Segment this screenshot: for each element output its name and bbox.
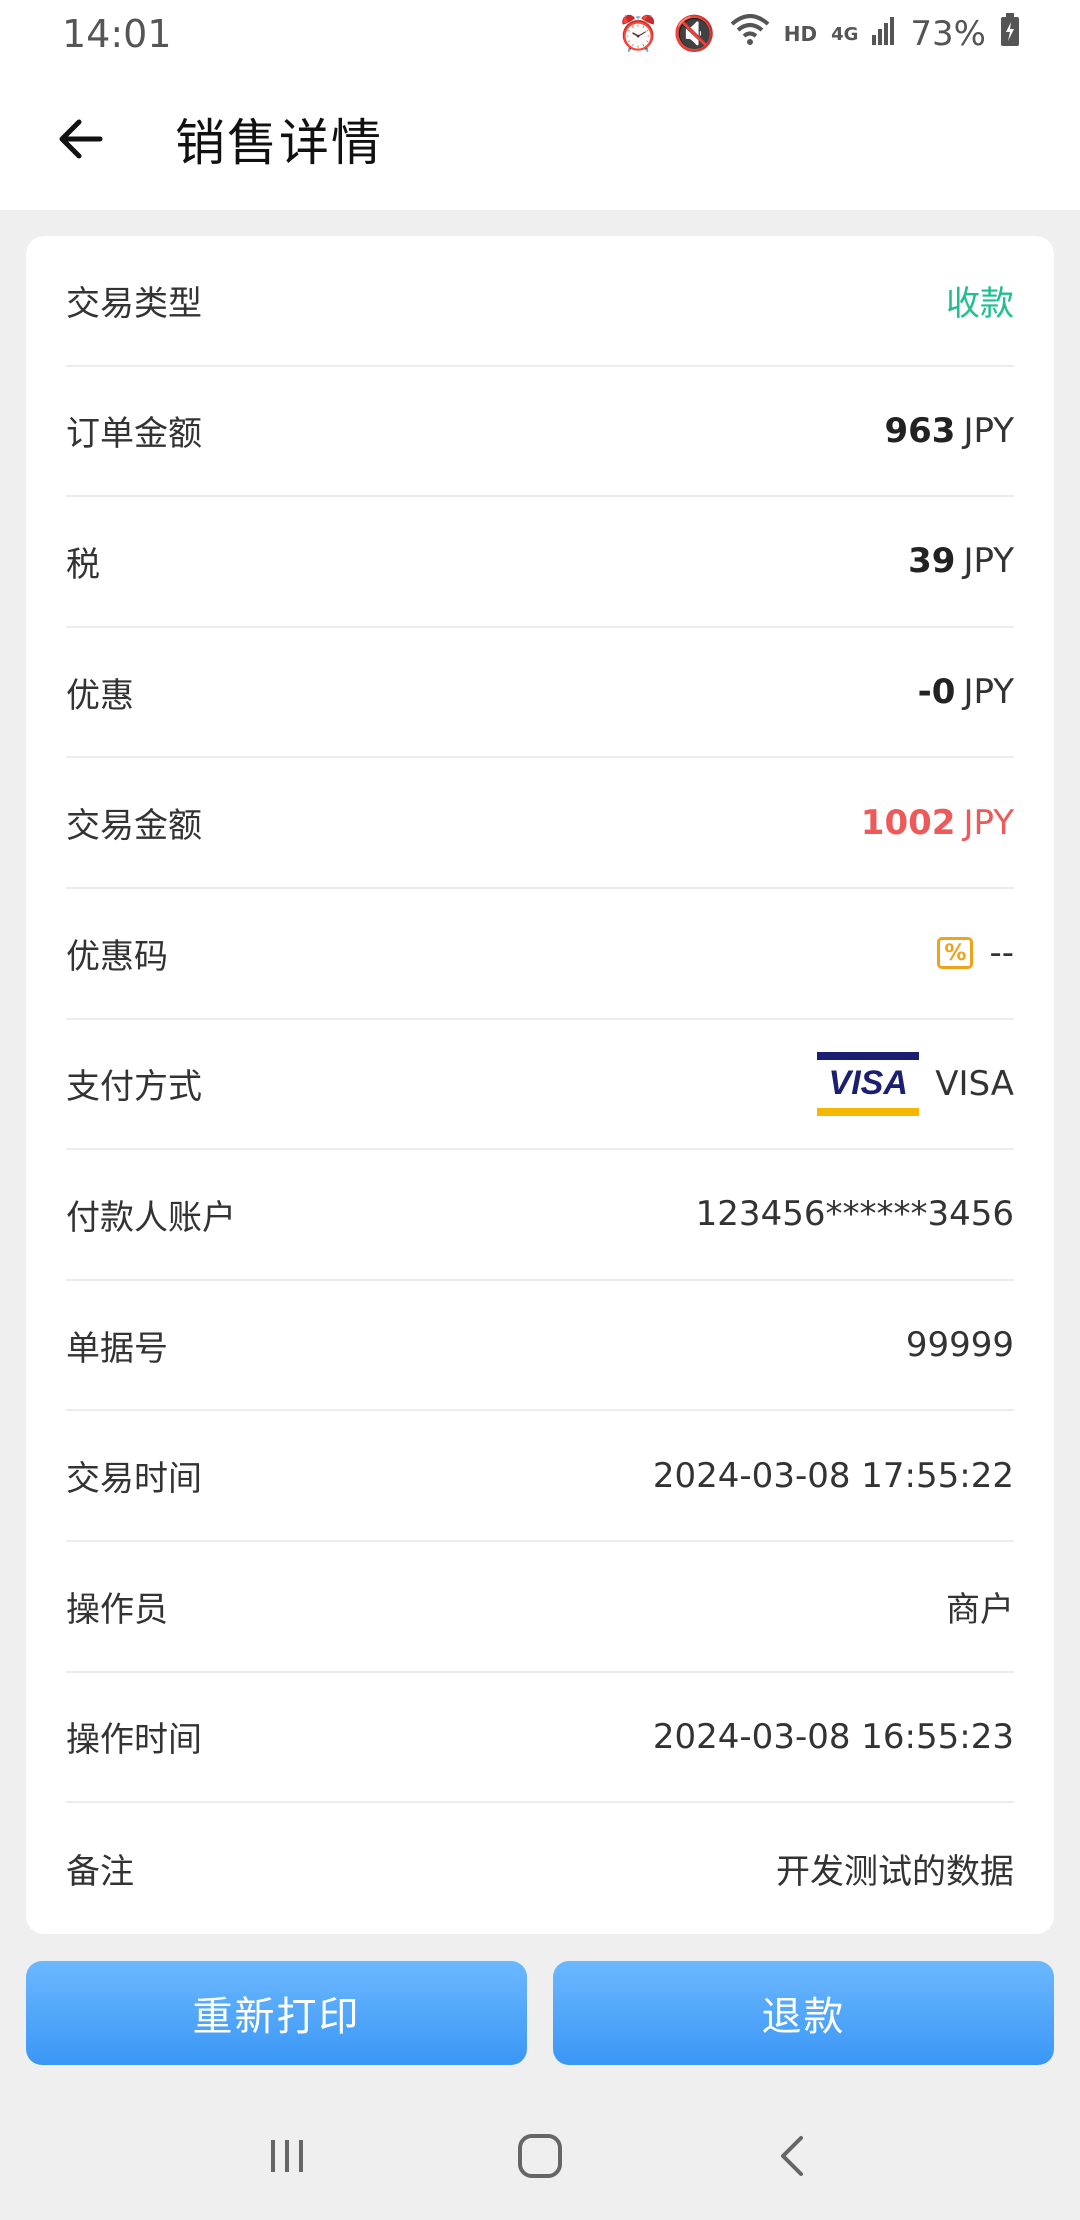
payment-method-text: VISA	[935, 1063, 1014, 1104]
transaction-amount-number: 1002	[860, 802, 956, 843]
detail-row-tax: 税 39 JPY	[66, 497, 1014, 628]
signal-label: 4G	[831, 23, 859, 45]
detail-row-transaction-time: 交易时间 2024-03-08 17:55:22	[66, 1411, 1014, 1542]
row-label: 优惠	[66, 675, 134, 716]
refund-button[interactable]: 退款	[553, 1961, 1054, 2065]
mute-icon: 🔇	[673, 14, 716, 54]
detail-row-remarks: 备注 开发测试的数据	[66, 1803, 1014, 1934]
chevron-left-icon	[781, 2136, 804, 2176]
visa-logo-icon: VISA	[817, 1051, 920, 1116]
coupon-icon: %	[937, 937, 974, 970]
back-button[interactable]	[25, 84, 135, 194]
system-nav-bar	[0, 2092, 1080, 2220]
page-title: 销售详情	[175, 114, 383, 172]
transaction-time-value: 2024-03-08 17:55:22	[652, 1455, 1014, 1496]
sale-details-card: 交易类型 收款 订单金额 963 JPY 税 39 JPY 优惠 -0 JPY …	[26, 236, 1054, 1934]
remarks-value: 开发测试的数据	[776, 1851, 1014, 1892]
hd-label: HD	[783, 22, 818, 46]
tax-value: 39 JPY	[908, 541, 1014, 581]
detail-row-operation-time: 操作时间 2024-03-08 16:55:23	[66, 1673, 1014, 1804]
row-label: 优惠码	[66, 936, 168, 977]
detail-row-transaction-amount: 交易金额 1002 JPY	[66, 758, 1014, 889]
arrow-left-icon	[59, 119, 103, 159]
row-label: 交易金额	[66, 806, 202, 847]
alarm-icon: ⏰	[617, 14, 660, 54]
row-label: 操作时间	[66, 1720, 202, 1761]
detail-row-order-amount: 订单金额 963 JPY	[66, 367, 1014, 498]
receipt-number-value: 99999	[905, 1325, 1014, 1366]
nav-back-button[interactable]	[753, 2116, 833, 2196]
coupon-code-value: % --	[937, 933, 1014, 973]
row-label: 交易时间	[66, 1459, 202, 1500]
discount-unit: JPY	[963, 672, 1014, 713]
row-label: 交易类型	[66, 283, 202, 324]
order-amount-value: 963 JPY	[884, 411, 1014, 451]
recent-apps-button[interactable]	[247, 2116, 327, 2196]
home-button[interactable]	[500, 2116, 580, 2196]
discount-value: -0 JPY	[918, 672, 1014, 712]
row-label: 订单金额	[66, 414, 202, 455]
row-label: 操作员	[66, 1589, 168, 1630]
detail-row-payment-method: 支付方式 VISA VISA	[66, 1020, 1014, 1151]
row-label: 付款人账户	[66, 1197, 236, 1238]
signal-icon	[872, 14, 896, 54]
status-time: 14:01	[62, 12, 172, 56]
operator-value: 商户	[946, 1589, 1014, 1630]
order-amount-unit: JPY	[963, 410, 1014, 451]
detail-row-operator: 操作员 商户	[66, 1542, 1014, 1673]
detail-row-discount: 优惠 -0 JPY	[66, 628, 1014, 759]
row-label: 税	[66, 544, 100, 585]
reprint-button[interactable]: 重新打印	[26, 1961, 527, 2065]
status-bar: 14:01 ⏰ 🔇 HD 4G 73%	[0, 0, 1080, 68]
operation-time-value: 2024-03-08 16:55:23	[652, 1716, 1014, 1757]
action-buttons: 重新打印 退款	[26, 1961, 1054, 2065]
detail-row-coupon-code: 优惠码 % --	[66, 889, 1014, 1020]
payment-method-value: VISA VISA	[817, 1051, 1014, 1116]
tax-number: 39	[908, 541, 956, 582]
battery-icon	[1000, 12, 1020, 56]
transaction-amount-unit: JPY	[963, 802, 1014, 843]
coupon-code-text: --	[989, 933, 1014, 974]
detail-row-transaction-type: 交易类型 收款	[66, 236, 1014, 367]
tax-unit: JPY	[963, 541, 1014, 582]
row-label: 备注	[66, 1851, 134, 1892]
battery-percent: 73%	[910, 14, 986, 54]
row-label: 单据号	[66, 1328, 168, 1369]
detail-row-receipt-number: 单据号 99999	[66, 1281, 1014, 1412]
wifi-icon	[730, 13, 770, 55]
transaction-type-value: 收款	[946, 283, 1014, 324]
status-icons: ⏰ 🔇 HD 4G 73%	[617, 12, 1020, 56]
app-bar: 销售详情	[0, 68, 1080, 210]
recent-apps-icon	[270, 2140, 303, 2172]
transaction-amount-value: 1002 JPY	[861, 803, 1014, 843]
row-label: 支付方式	[66, 1067, 202, 1108]
home-icon	[517, 2134, 562, 2178]
discount-number: -0	[917, 672, 956, 713]
order-amount-number: 963	[884, 410, 956, 451]
payer-account-value: 123456******3456	[695, 1194, 1014, 1235]
detail-row-payer-account: 付款人账户 123456******3456	[66, 1150, 1014, 1281]
